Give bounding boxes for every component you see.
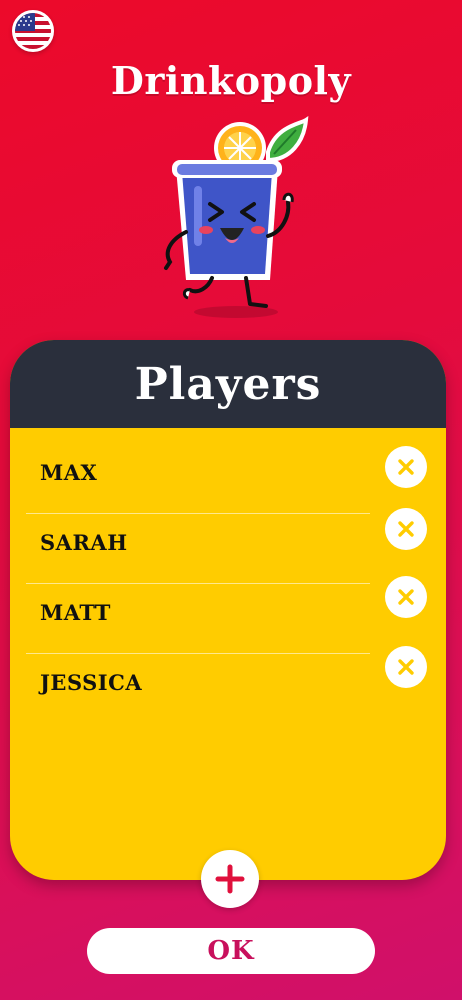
close-icon bbox=[398, 459, 414, 475]
player-row: SARAH bbox=[10, 508, 446, 584]
players-panel-header: Players bbox=[10, 340, 446, 428]
player-row: MAX bbox=[10, 444, 446, 514]
close-icon bbox=[398, 521, 414, 537]
language-flag-icon[interactable] bbox=[12, 10, 54, 52]
remove-player-button[interactable] bbox=[385, 446, 427, 488]
ok-button-label: OK bbox=[207, 936, 255, 966]
player-name: SARAH bbox=[40, 530, 128, 555]
player-name: MATT bbox=[40, 600, 111, 625]
players-panel: Players MAX SARAH MATT JESSICA bbox=[10, 340, 446, 880]
close-icon bbox=[398, 659, 414, 675]
player-row: JESSICA bbox=[10, 646, 446, 724]
plus-icon bbox=[215, 864, 245, 894]
remove-player-button[interactable] bbox=[385, 646, 427, 688]
mascot-cup-icon bbox=[164, 116, 309, 318]
players-title: Players bbox=[134, 358, 322, 410]
ok-button[interactable]: OK bbox=[87, 928, 375, 974]
close-icon bbox=[398, 589, 414, 605]
app-title: Drinkopoly bbox=[110, 58, 352, 103]
add-player-button[interactable] bbox=[201, 850, 259, 908]
player-row: MATT bbox=[10, 576, 446, 654]
remove-player-button[interactable] bbox=[385, 576, 427, 618]
flag-canton bbox=[15, 13, 35, 31]
player-name: MAX bbox=[40, 460, 98, 485]
remove-player-button[interactable] bbox=[385, 508, 427, 550]
player-name: JESSICA bbox=[40, 670, 143, 695]
